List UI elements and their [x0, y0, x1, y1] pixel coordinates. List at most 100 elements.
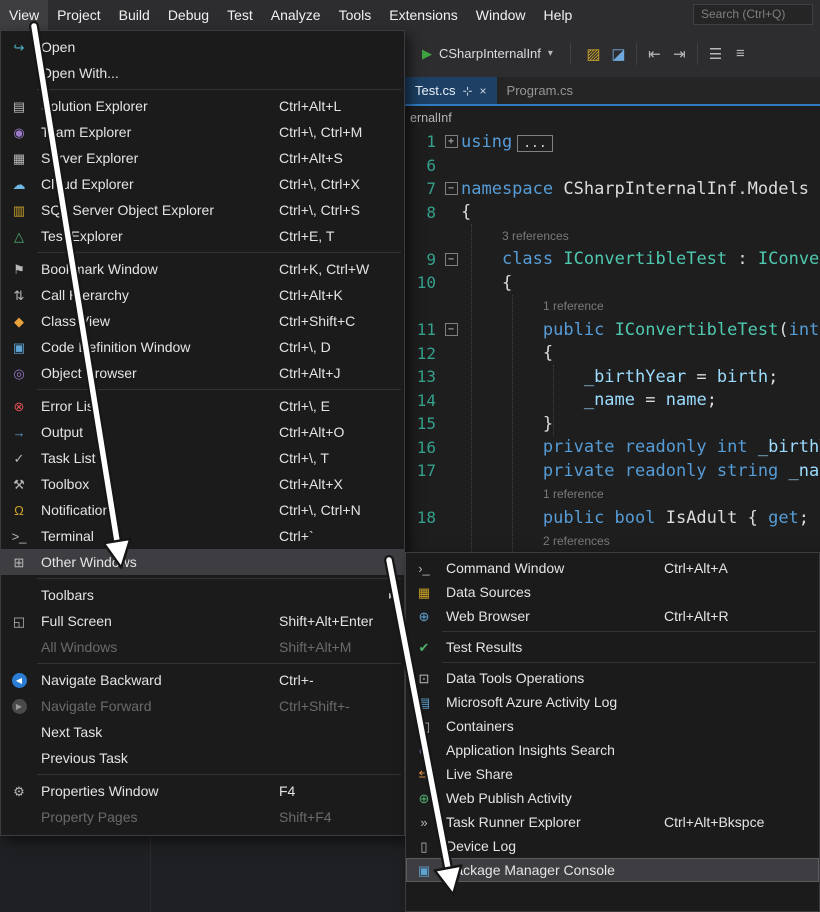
- collapse-fold-icon[interactable]: −: [444, 182, 458, 196]
- menu-item-navigate-backward[interactable]: ◀ Navigate Backward Ctrl+-: [1, 667, 404, 693]
- menu-item-toolbox[interactable]: ⚒ Toolbox Ctrl+Alt+X: [1, 471, 404, 497]
- code-line[interactable]: 1 + using...: [405, 130, 820, 154]
- menu-item-output[interactable]: → Output Ctrl+Alt+O: [1, 419, 404, 445]
- menu-item-call-hierarchy[interactable]: ⇅ Call Hierarchy Ctrl+Alt+K: [1, 282, 404, 308]
- menu-item-web-browser[interactable]: ⊕ Web Browser Ctrl+Alt+R: [406, 604, 819, 628]
- menu-item-task-runner-explorer[interactable]: » Task Runner Explorer Ctrl+Alt+Bkspce: [406, 810, 819, 834]
- menu-item-data-tools-operations[interactable]: ⊡ Data Tools Operations: [406, 666, 819, 690]
- codelens-references[interactable]: 1 reference: [405, 483, 820, 507]
- menu-item-label: Test Explorer: [41, 228, 123, 244]
- menu-item-terminal[interactable]: >_ Terminal Ctrl+`: [1, 523, 404, 549]
- menu-item-class-view[interactable]: ◆ Class View Ctrl+Shift+C: [1, 308, 404, 334]
- breadcrumb[interactable]: ernalInf: [405, 106, 820, 130]
- search-input[interactable]: Search (Ctrl+Q): [693, 4, 813, 25]
- menu-item-error-list[interactable]: ⊗ Error List Ctrl+\, E: [1, 393, 404, 419]
- menu-item-open[interactable]: ↪ Open: [1, 34, 404, 60]
- navigate-forward-small-button[interactable]: ⇥: [667, 41, 692, 66]
- menubar-item-debug[interactable]: Debug: [159, 0, 218, 30]
- menu-item-data-sources[interactable]: ▦ Data Sources: [406, 580, 819, 604]
- code-line[interactable]: 16 private readonly int _birthYear;: [405, 436, 820, 460]
- line-operations-button[interactable]: ☰: [703, 41, 728, 66]
- collapse-fold-icon[interactable]: −: [444, 323, 458, 337]
- menu-item-previous-task[interactable]: Previous Task: [1, 745, 404, 771]
- menu-item-shortcut: Shift+F4: [279, 809, 332, 825]
- codelens-references[interactable]: 2 references: [405, 530, 820, 553]
- code-line[interactable]: 13 _birthYear = birth;: [405, 365, 820, 389]
- pin-icon[interactable]: ⊹: [462, 84, 472, 98]
- image-watch-button[interactable]: ◪: [606, 41, 631, 66]
- tab-program-cs[interactable]: Program.cs: [497, 77, 583, 104]
- menu-item-application-insights-search[interactable]: ⊙ Application Insights Search: [406, 738, 819, 762]
- menu-item-shortcut: F4: [279, 783, 296, 799]
- code-line[interactable]: 17 private readonly string _name;: [405, 459, 820, 483]
- menu-item-navigate-forward[interactable]: ▶ Navigate Forward Ctrl+Shift+-: [1, 693, 404, 719]
- tab-test-cs[interactable]: Test.cs ⊹ ×: [405, 77, 497, 104]
- menu-item-test-explorer[interactable]: △ Test Explorer Ctrl+E, T: [1, 223, 404, 249]
- menubar-item-analyze[interactable]: Analyze: [262, 0, 330, 30]
- code-editor[interactable]: 1 + using... 6 7− namespace CSharpInternalInf…: [405, 130, 820, 552]
- menubar-item-window[interactable]: Window: [467, 0, 535, 30]
- menu-item-live-share[interactable]: ⇆ Live Share: [406, 762, 819, 786]
- start-debugging-button[interactable]: ▶ CSharpInternalInf ▾: [415, 42, 560, 66]
- menubar-item-tools[interactable]: Tools: [330, 0, 381, 30]
- menu-item-task-list[interactable]: ✓ Task List Ctrl+\, T: [1, 445, 404, 471]
- menu-item-property-pages[interactable]: Property Pages Shift+F4: [1, 804, 404, 830]
- menu-item-all-windows[interactable]: All Windows Shift+Alt+M: [1, 634, 404, 660]
- menubar-item-build[interactable]: Build: [110, 0, 159, 30]
- error-list-icon: ⊗: [1, 400, 37, 413]
- menu-item-server-explorer[interactable]: ▦ Server Explorer Ctrl+Alt+S: [1, 145, 404, 171]
- menubar-item-help[interactable]: Help: [535, 0, 582, 30]
- navigate-backward-small-button[interactable]: ⇤: [642, 41, 667, 66]
- code-line[interactable]: 14 _name = name;: [405, 389, 820, 413]
- code-line[interactable]: 6: [405, 154, 820, 178]
- test-results-icon: ✔: [418, 639, 430, 655]
- menu-item-shortcut: Ctrl+-: [279, 672, 314, 688]
- menu-item-label: Open: [41, 39, 76, 55]
- menu-item-microsoft-azure-activity-log[interactable]: ▤ Microsoft Azure Activity Log: [406, 690, 819, 714]
- code-line[interactable]: 12 {: [405, 342, 820, 366]
- menu-item-command-window[interactable]: ›_ Command Window Ctrl+Alt+A: [406, 556, 819, 580]
- menubar-item-view[interactable]: View: [0, 0, 49, 30]
- collapsed-region-box[interactable]: ...: [517, 134, 553, 152]
- menu-item-toolbars[interactable]: Toolbars ▸: [1, 582, 404, 608]
- package-manager-console-icon: ▣: [406, 864, 442, 877]
- close-icon[interactable]: ×: [480, 84, 487, 98]
- menu-item-containers[interactable]: ◫ Containers: [406, 714, 819, 738]
- menu-item-properties-window[interactable]: ⚙ Properties Window F4: [1, 778, 404, 804]
- find-in-files-button[interactable]: ▨: [581, 41, 606, 66]
- menu-item-open-with[interactable]: Open With...: [1, 60, 404, 86]
- menu-item-test-results[interactable]: ✔ Test Results: [406, 635, 819, 659]
- menu-item-notifications[interactable]: Ω Notifications Ctrl+\, Ctrl+N: [1, 497, 404, 523]
- menubar-item-test[interactable]: Test: [218, 0, 262, 30]
- menu-item-device-log[interactable]: ▯ Device Log: [406, 834, 819, 858]
- code-line[interactable]: 7− namespace CSharpInternalInf.Models: [405, 177, 820, 201]
- menu-item-object-browser[interactable]: ◎ Object Browser Ctrl+Alt+J: [1, 360, 404, 386]
- menubar-item-extensions[interactable]: Extensions: [380, 0, 466, 30]
- menu-item-bookmark-window[interactable]: ⚑ Bookmark Window Ctrl+K, Ctrl+W: [1, 256, 404, 282]
- codelens-references[interactable]: 1 reference: [405, 295, 820, 319]
- line-number: 6: [426, 155, 436, 175]
- code-line[interactable]: 10 {: [405, 271, 820, 295]
- comment-lines-button[interactable]: ≡: [728, 41, 753, 66]
- menu-item-sql-server-object-explorer[interactable]: ▥ SQL Server Object Explorer Ctrl+\, Ctrl+…: [1, 197, 404, 223]
- code-line[interactable]: 15 }: [405, 412, 820, 436]
- code-line[interactable]: 11− public IConvertibleTest(int birth, s…: [405, 318, 820, 342]
- menu-item-team-explorer[interactable]: ◉ Team Explorer Ctrl+\, Ctrl+M: [1, 119, 404, 145]
- codelens-references[interactable]: 3 references: [405, 224, 820, 248]
- menubar-item-project[interactable]: Project: [48, 0, 110, 30]
- menu-item-solution-explorer[interactable]: ▤ Solution Explorer Ctrl+Alt+L: [1, 93, 404, 119]
- collapse-fold-icon[interactable]: −: [444, 252, 458, 266]
- code-line[interactable]: 18 public bool IsAdult { get; }: [405, 506, 820, 530]
- menu-item-package-manager-console[interactable]: ▣ Package Manager Console: [406, 858, 819, 882]
- menu-item-cloud-explorer[interactable]: ☁ Cloud Explorer Ctrl+\, Ctrl+X: [1, 171, 404, 197]
- code-line[interactable]: 9− class IConvertibleTest : IConvertible: [405, 248, 820, 272]
- menu-item-next-task[interactable]: Next Task: [1, 719, 404, 745]
- menu-item-web-publish-activity[interactable]: ⊕ Web Publish Activity: [406, 786, 819, 810]
- expand-fold-icon[interactable]: +: [444, 135, 458, 149]
- menu-item-code-definition-window[interactable]: ▣ Code Definition Window Ctrl+\, D: [1, 334, 404, 360]
- code-line[interactable]: 8{: [405, 201, 820, 225]
- cloud-explorer-icon: ☁: [1, 178, 37, 191]
- menu-item-full-screen[interactable]: ◱ Full Screen Shift+Alt+Enter: [1, 608, 404, 634]
- menu-item-shortcut: Shift+Alt+Enter: [279, 613, 374, 629]
- menu-item-other-windows[interactable]: ⊞ Other Windows ▸: [1, 549, 404, 575]
